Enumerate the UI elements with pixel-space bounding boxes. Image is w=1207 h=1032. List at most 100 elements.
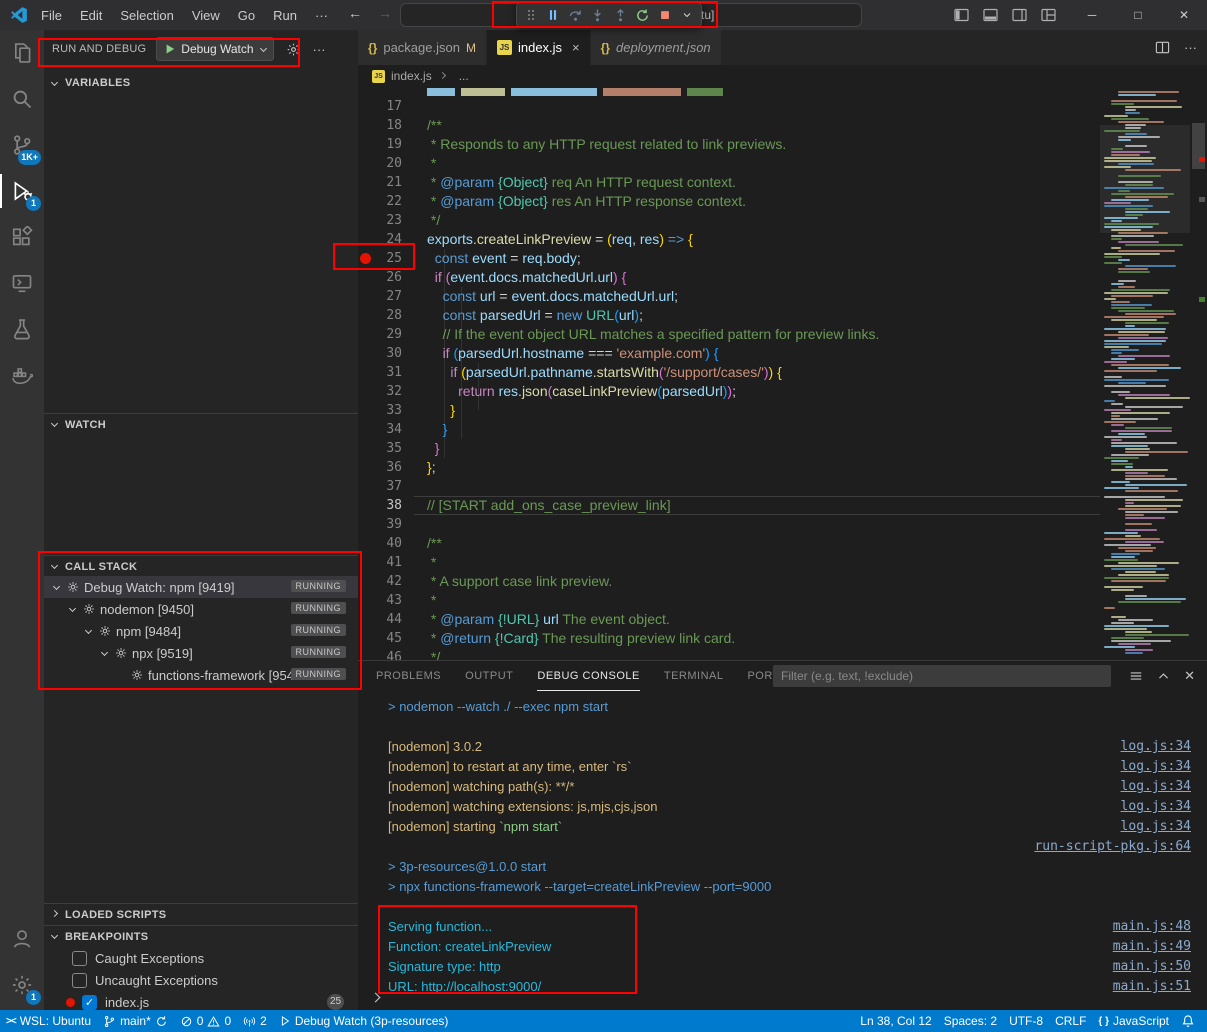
sidebar-more-icon[interactable]: ··· [313, 42, 326, 57]
toggle-sidebar-icon[interactable] [953, 7, 970, 23]
section-variables[interactable]: VARIABLES [44, 72, 358, 94]
code-line[interactable]: * @param {Object} res An HTTP response c… [414, 192, 1100, 211]
line-number[interactable]: 27 [358, 287, 402, 306]
code-line[interactable]: * @param {!URL} url The event object. [414, 610, 1100, 629]
section-call-stack[interactable]: CALL STACK [44, 555, 358, 577]
encoding[interactable]: UTF-8 [1003, 1010, 1049, 1032]
line-number[interactable]: 20 [358, 154, 402, 173]
code-line[interactable] [414, 97, 1100, 116]
line-number[interactable]: 23 [358, 211, 402, 230]
step-out-icon[interactable] [611, 4, 630, 26]
code-line[interactable] [414, 477, 1100, 496]
problems-indicator[interactable]: 0 0 [174, 1010, 237, 1032]
tab-index.js[interactable]: JSindex.js× [487, 30, 591, 65]
close-icon[interactable]: ✕ [1161, 0, 1207, 30]
menu-go[interactable]: Go [229, 8, 264, 23]
code-line[interactable]: }; [414, 458, 1100, 477]
code-line[interactable]: if (parsedUrl.hostname === 'example.com'… [414, 344, 1100, 363]
code-line[interactable]: // [START add_ons_case_preview_link] [414, 496, 1100, 515]
maximize-panel-icon[interactable] [1157, 670, 1170, 683]
console-filter-input[interactable] [773, 665, 1111, 687]
breakpoint-item[interactable]: Uncaught Exceptions [44, 969, 358, 991]
debug-config-dropdown[interactable]: Debug Watch [156, 37, 273, 61]
code-line[interactable] [414, 515, 1100, 534]
tab-package.json[interactable]: {}package.jsonM [358, 30, 487, 65]
code-line[interactable]: /** [414, 116, 1100, 135]
line-number[interactable]: 41 [358, 553, 402, 572]
minimize-icon[interactable]: ─ [1069, 0, 1115, 30]
scrollbar-thumb[interactable] [1192, 123, 1205, 169]
code-line[interactable]: /** [414, 534, 1100, 553]
line-number[interactable]: 37 [358, 477, 402, 496]
code-line[interactable]: * [414, 553, 1100, 572]
line-number[interactable]: 19 [358, 135, 402, 154]
line-number[interactable]: 24 [358, 230, 402, 249]
line-number[interactable]: 40 [358, 534, 402, 553]
line-number[interactable]: 46 [358, 648, 402, 660]
nav-forward-icon[interactable]: → [378, 5, 392, 21]
code-line[interactable]: const url = event.docs.matchedUrl.url; [414, 287, 1100, 306]
call-stack-session[interactable]: functions-framework [954...RUNNING [44, 664, 358, 686]
source-link[interactable]: log.js:34 [1121, 797, 1191, 817]
line-number[interactable]: 17 [358, 97, 402, 116]
code-line[interactable]: * Responds to any HTTP request related t… [414, 135, 1100, 154]
line-number[interactable]: 33 [358, 401, 402, 420]
call-stack-session[interactable]: npm [9484]RUNNING [44, 620, 358, 642]
close-tab-icon[interactable]: × [572, 40, 580, 55]
breadcrumb-file[interactable]: index.js [391, 69, 432, 83]
line-number[interactable]: 30 [358, 344, 402, 363]
line-number[interactable]: 43 [358, 591, 402, 610]
breakpoint-item[interactable]: ✓index.js25 [44, 991, 358, 1010]
panel-tab-terminal[interactable]: TERMINAL [664, 661, 724, 691]
search-icon[interactable] [0, 76, 44, 122]
customize-layout-icon[interactable] [1040, 7, 1057, 23]
sync-icon[interactable] [155, 1015, 168, 1028]
stop-icon[interactable] [655, 4, 674, 26]
line-number[interactable]: 39 [358, 515, 402, 534]
code-line[interactable]: if (event.docs.matchedUrl.url) { [414, 268, 1100, 287]
panel-tab-debug-console[interactable]: DEBUG CONSOLE [537, 661, 639, 691]
nav-back-icon[interactable]: ← [348, 5, 362, 21]
code-line[interactable]: exports.createLinkPreview = (req, res) =… [414, 230, 1100, 249]
testing-icon[interactable] [0, 306, 44, 352]
line-number[interactable]: 32 [358, 382, 402, 401]
breakpoint-checkbox[interactable] [72, 973, 87, 988]
breakpoint-checkbox[interactable] [72, 951, 87, 966]
source-link[interactable]: log.js:34 [1121, 777, 1191, 797]
code-line[interactable]: * A support case link preview. [414, 572, 1100, 591]
code-line[interactable]: // If the event object URL matches a spe… [414, 325, 1100, 344]
code-line[interactable]: } [414, 439, 1100, 458]
source-link[interactable]: log.js:34 [1121, 737, 1191, 757]
toolbar-drag-handle[interactable] [521, 4, 540, 26]
line-number[interactable]: 18 [358, 116, 402, 135]
run-and-debug-icon[interactable]: 1 [0, 168, 44, 214]
panel-tab-problems[interactable]: PROBLEMS [376, 661, 441, 691]
toggle-secondary-sidebar-icon[interactable] [1011, 7, 1028, 23]
editor-more-icon[interactable]: ··· [1184, 40, 1197, 55]
menu-edit[interactable]: Edit [71, 8, 111, 23]
source-link[interactable]: main.js:49 [1113, 937, 1191, 957]
line-number[interactable]: 26 [358, 268, 402, 287]
close-panel-icon[interactable]: ✕ [1184, 668, 1195, 684]
menu-selection[interactable]: Selection [111, 8, 182, 23]
menu-file[interactable]: File [32, 8, 71, 23]
remote-explorer-icon[interactable] [0, 260, 44, 306]
code-line[interactable]: const event = req.body; [414, 249, 1100, 268]
section-breakpoints[interactable]: BREAKPOINTS [44, 925, 358, 947]
code-line[interactable]: return res.json(caseLinkPreview(parsedUr… [414, 382, 1100, 401]
call-stack-session[interactable]: Debug Watch: npm [9419]RUNNING [44, 576, 358, 598]
source-link[interactable]: main.js:51 [1113, 977, 1191, 997]
debug-settings-gear-icon[interactable] [286, 42, 301, 57]
line-number[interactable]: 45 [358, 629, 402, 648]
line-number[interactable]: 44 [358, 610, 402, 629]
menu-more[interactable]: ··· [306, 8, 337, 23]
line-number[interactable]: 31 [358, 363, 402, 382]
remote-indicator[interactable]: >< WSL: Ubuntu [0, 1010, 97, 1032]
language-mode[interactable]: { } JavaScript [1092, 1010, 1175, 1032]
ports-indicator[interactable]: 2 [237, 1010, 273, 1032]
console-menu-icon[interactable] [1129, 669, 1143, 683]
code-line[interactable]: * @return {!Card} The resulting preview … [414, 629, 1100, 648]
source-link[interactable]: run-script-pkg.js:64 [1034, 837, 1191, 857]
step-over-icon[interactable] [566, 4, 585, 26]
minimap[interactable] [1100, 87, 1190, 660]
